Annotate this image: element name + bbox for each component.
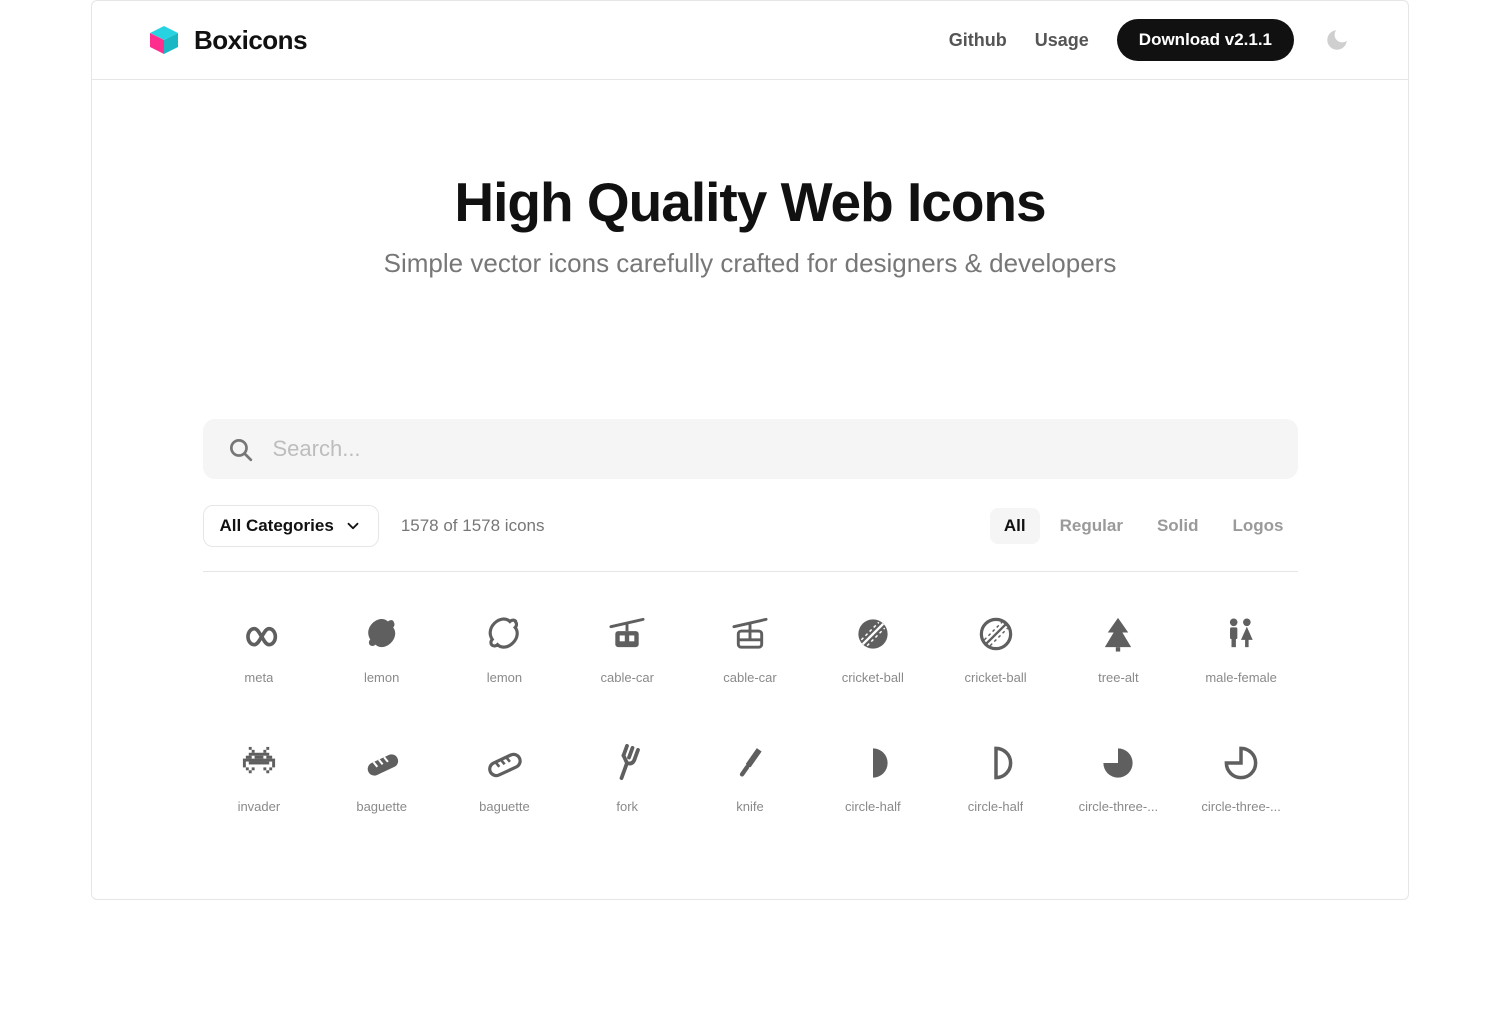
style-tab-solid[interactable]: Solid xyxy=(1143,508,1213,544)
icon-label: circle-three-... xyxy=(1201,799,1280,814)
baguette-icon xyxy=(363,744,401,782)
icon-circle-half-solid[interactable]: circle-half xyxy=(816,741,929,814)
icon-tree-alt[interactable]: tree-alt xyxy=(1062,612,1175,685)
icon-cricket-ball-solid[interactable]: cricket-ball xyxy=(816,612,929,685)
icon-fork[interactable]: fork xyxy=(571,741,684,814)
icon-lemon-solid[interactable]: lemon xyxy=(325,612,438,685)
brand[interactable]: Boxicons xyxy=(148,24,307,56)
icon-circle-three-quarter-outline[interactable]: circle-three-... xyxy=(1185,741,1298,814)
hero-title: High Quality Web Icons xyxy=(132,170,1368,234)
nav: Github Usage Download v2.1.1 xyxy=(949,19,1352,61)
icon-label: cable-car xyxy=(723,670,776,685)
lemon-icon xyxy=(485,615,523,653)
icon-lemon-outline[interactable]: lemon xyxy=(448,612,561,685)
category-dropdown[interactable]: All Categories xyxy=(203,505,379,547)
hero-subtitle: Simple vector icons carefully crafted fo… xyxy=(132,248,1368,279)
invader-icon xyxy=(240,744,278,782)
style-tab-all[interactable]: All xyxy=(990,508,1040,544)
icon-label: baguette xyxy=(479,799,530,814)
icon-label: circle-half xyxy=(968,799,1024,814)
meta-icon xyxy=(240,615,278,653)
icon-cable-car-outline[interactable]: cable-car xyxy=(694,612,807,685)
icon-invader[interactable]: invader xyxy=(203,741,316,814)
circle-three-quarter-icon xyxy=(1099,744,1137,782)
category-label: All Categories xyxy=(220,516,334,536)
icon-meta[interactable]: meta xyxy=(203,612,316,685)
download-button[interactable]: Download v2.1.1 xyxy=(1117,19,1294,61)
controls: All Categories 1578 of 1578 icons All Re… xyxy=(203,419,1298,572)
icon-label: baguette xyxy=(356,799,407,814)
cable-car-icon xyxy=(731,615,769,653)
filter-bar: All Categories 1578 of 1578 icons All Re… xyxy=(203,505,1298,572)
icon-baguette-solid[interactable]: baguette xyxy=(325,741,438,814)
icon-cable-car-solid[interactable]: cable-car xyxy=(571,612,684,685)
tree-icon xyxy=(1099,615,1137,653)
lemon-icon xyxy=(363,615,401,653)
moon-icon xyxy=(1324,27,1350,53)
icon-label: tree-alt xyxy=(1098,670,1138,685)
style-tabs: All Regular Solid Logos xyxy=(990,508,1298,544)
theme-toggle[interactable] xyxy=(1322,25,1352,55)
icon-cricket-ball-outline[interactable]: cricket-ball xyxy=(939,612,1052,685)
cable-car-icon xyxy=(608,615,646,653)
circle-half-icon xyxy=(854,744,892,782)
baguette-icon xyxy=(485,744,523,782)
icon-label: cricket-ball xyxy=(842,670,904,685)
search-icon xyxy=(227,436,253,462)
hero: High Quality Web Icons Simple vector ico… xyxy=(92,80,1408,279)
chevron-down-icon xyxy=(344,517,362,535)
icon-label: cable-car xyxy=(600,670,653,685)
circle-half-icon xyxy=(977,744,1015,782)
icon-label: knife xyxy=(736,799,763,814)
style-tab-regular[interactable]: Regular xyxy=(1046,508,1137,544)
icon-knife[interactable]: knife xyxy=(694,741,807,814)
header: Boxicons Github Usage Download v2.1.1 xyxy=(92,1,1408,80)
icon-circle-half-outline[interactable]: circle-half xyxy=(939,741,1052,814)
search-input[interactable] xyxy=(271,435,1274,463)
icon-male-female[interactable]: male-female xyxy=(1185,612,1298,685)
search-bar[interactable] xyxy=(203,419,1298,479)
circle-three-quarter-icon xyxy=(1222,744,1260,782)
icon-label: fork xyxy=(616,799,638,814)
logo-icon xyxy=(148,24,180,56)
cricket-ball-icon xyxy=(854,615,892,653)
cricket-ball-icon xyxy=(977,615,1015,653)
icon-count: 1578 of 1578 icons xyxy=(401,516,545,536)
style-tab-logos[interactable]: Logos xyxy=(1219,508,1298,544)
knife-icon xyxy=(731,744,769,782)
nav-usage[interactable]: Usage xyxy=(1035,30,1089,51)
icon-label: circle-half xyxy=(845,799,901,814)
icon-label: cricket-ball xyxy=(964,670,1026,685)
icon-circle-three-quarter-solid[interactable]: circle-three-... xyxy=(1062,741,1175,814)
brand-name: Boxicons xyxy=(194,25,307,56)
male-female-icon xyxy=(1222,615,1260,653)
icon-label: meta xyxy=(244,670,273,685)
icon-label: circle-three-... xyxy=(1079,799,1158,814)
nav-github[interactable]: Github xyxy=(949,30,1007,51)
icon-label: male-female xyxy=(1205,670,1277,685)
icon-label: lemon xyxy=(364,670,399,685)
icon-label: invader xyxy=(238,799,281,814)
fork-icon xyxy=(608,744,646,782)
icon-label: lemon xyxy=(487,670,522,685)
icon-baguette-outline[interactable]: baguette xyxy=(448,741,561,814)
icon-grid: meta lemon lemon cable-car cable-car cri… xyxy=(203,612,1298,814)
